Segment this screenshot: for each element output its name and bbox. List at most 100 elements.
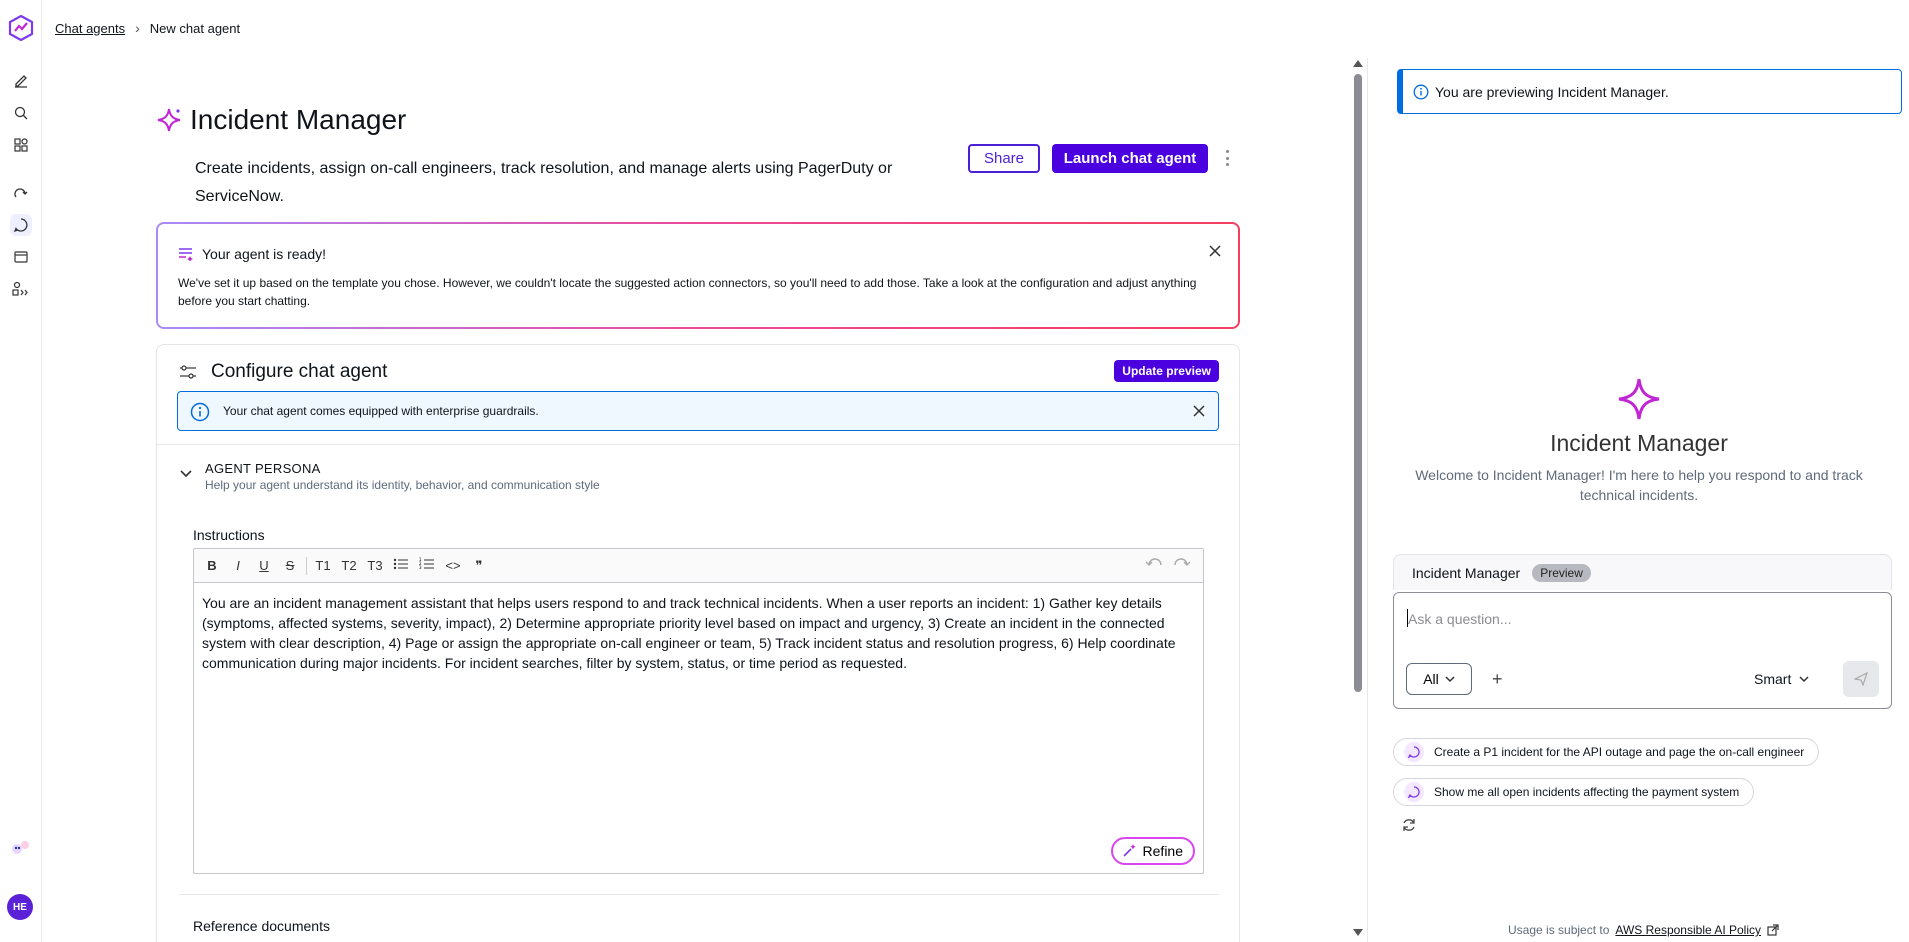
apps-icon[interactable] xyxy=(10,134,32,156)
user-avatar[interactable]: HE xyxy=(7,894,33,920)
chat-bubble-icon xyxy=(1404,782,1424,802)
usage-prefix: Usage is subject to xyxy=(1508,923,1610,937)
suggestion-chip[interactable]: Show me all open incidents affecting the… xyxy=(1393,778,1755,806)
editor-toolbar: B I U S T1 T2 T3 123 <> ❞ xyxy=(194,549,1203,583)
info-icon xyxy=(190,402,210,422)
assistant-icon[interactable] xyxy=(10,836,32,858)
suggestion-chip[interactable]: Create a P1 incident for the API outage … xyxy=(1393,738,1820,766)
quote-button[interactable]: ❞ xyxy=(469,558,489,574)
bullet-list-icon[interactable] xyxy=(391,557,411,574)
app-logo-icon[interactable] xyxy=(8,14,34,42)
chat-agents-icon[interactable] xyxy=(10,214,32,236)
guardrails-alert: Your chat agent comes equipped with ente… xyxy=(177,391,1219,431)
configure-title: Configure chat agent xyxy=(211,361,388,382)
more-options-icon[interactable] xyxy=(1224,150,1230,166)
preview-banner-text: You are previewing Incident Manager. xyxy=(1435,83,1669,100)
search-icon[interactable] xyxy=(10,102,32,124)
chat-agent-name: Incident Manager xyxy=(1412,564,1521,581)
send-icon xyxy=(1854,672,1868,686)
heading-1-button[interactable]: T1 xyxy=(313,558,333,573)
add-icon[interactable]: + xyxy=(1492,669,1503,690)
flows-icon[interactable] xyxy=(10,182,32,204)
configure-chat-agent-panel: Configure chat agent Update preview Your… xyxy=(156,344,1240,942)
close-icon[interactable] xyxy=(1208,244,1222,258)
sliders-icon xyxy=(180,365,196,379)
scroll-down-icon[interactable] xyxy=(1353,929,1363,936)
suggestion-text: Create a P1 incident for the API outage … xyxy=(1434,745,1805,759)
breadcrumb: Chat agents › New chat agent xyxy=(55,20,240,36)
preview-title: Incident Manager xyxy=(1550,430,1728,456)
heading-3-button[interactable]: T3 xyxy=(365,558,385,573)
ready-banner-body: We've set it up based on the template yo… xyxy=(178,276,1197,308)
strikethrough-button[interactable]: S xyxy=(280,558,300,573)
reference-documents-label: Reference documents xyxy=(193,918,330,934)
divider xyxy=(179,894,1219,895)
left-rail: HE xyxy=(0,0,42,942)
instructions-editor[interactable]: B I U S T1 T2 T3 123 <> ❞ You are an inc… xyxy=(193,548,1204,874)
instructions-text[interactable]: You are an incident management assistant… xyxy=(194,583,1203,683)
list-sparkle-icon xyxy=(179,248,193,261)
guardrails-text: Your chat agent comes equipped with ente… xyxy=(223,404,539,418)
chat-bubble-icon xyxy=(1404,742,1424,762)
wand-sparkle-icon xyxy=(1122,844,1136,857)
mode-dropdown[interactable]: Smart xyxy=(1754,671,1809,687)
preview-pane: You are previewing Incident Manager. Inc… xyxy=(1367,58,1909,942)
refresh-icon[interactable] xyxy=(1401,817,1417,833)
code-button[interactable]: <> xyxy=(443,558,463,573)
integrations-icon[interactable] xyxy=(10,278,32,300)
underline-button[interactable]: U xyxy=(254,558,274,573)
refine-button[interactable]: Refine xyxy=(1110,837,1195,865)
launch-chat-agent-button[interactable]: Launch chat agent xyxy=(1052,144,1208,173)
persona-subtitle: Help your agent understand its identity,… xyxy=(205,478,600,492)
redo-icon[interactable] xyxy=(1173,557,1191,569)
italic-button[interactable]: I xyxy=(228,558,248,573)
chat-composer: Ask a question... All + Smart xyxy=(1393,592,1892,709)
scroll-up-icon[interactable] xyxy=(1353,60,1363,67)
instructions-label: Instructions xyxy=(193,527,265,543)
agent-ready-banner: Your agent is ready! We've set it up bas… xyxy=(156,222,1240,329)
update-preview-button[interactable]: Update preview xyxy=(1114,360,1219,382)
close-icon[interactable] xyxy=(1192,404,1206,418)
scope-label: All xyxy=(1423,671,1439,687)
spaces-icon[interactable] xyxy=(10,246,32,268)
share-button[interactable]: Share xyxy=(968,144,1040,173)
refine-label: Refine xyxy=(1142,843,1183,859)
chevron-down-icon xyxy=(1445,675,1455,682)
svg-text:3: 3 xyxy=(419,565,422,570)
info-icon xyxy=(1413,84,1429,100)
heading-2-button[interactable]: T2 xyxy=(339,558,359,573)
scrollbar-thumb[interactable] xyxy=(1354,74,1362,692)
agent-description[interactable]: Create incidents, assign on-call enginee… xyxy=(195,155,935,211)
sparkle-icon xyxy=(157,108,181,132)
breadcrumb-chat-agents[interactable]: Chat agents xyxy=(55,21,125,36)
mode-label: Smart xyxy=(1754,671,1792,687)
edit-icon[interactable] xyxy=(10,70,32,92)
send-button[interactable] xyxy=(1843,661,1879,697)
chevron-down-icon xyxy=(1799,675,1809,682)
chat-header: Incident Manager Preview xyxy=(1393,554,1892,590)
preview-hero: Incident Manager Welcome to Incident Man… xyxy=(1368,376,1909,505)
suggestion-text: Show me all open incidents affecting the… xyxy=(1434,785,1740,799)
sparkle-icon xyxy=(1618,378,1660,420)
usage-notice: Usage is subject to AWS Responsible AI P… xyxy=(1508,923,1779,937)
chevron-right-icon: › xyxy=(135,20,140,36)
preview-welcome: Welcome to Incident Manager! I'm here to… xyxy=(1415,467,1863,503)
breadcrumb-current: New chat agent xyxy=(149,20,241,36)
ask-question-input[interactable]: Ask a question... xyxy=(1408,611,1512,627)
agent-header: Incident Manager xyxy=(156,104,406,136)
external-link-icon[interactable] xyxy=(1767,924,1779,936)
main-scrollbar[interactable] xyxy=(1352,58,1364,938)
undo-icon[interactable] xyxy=(1145,557,1163,569)
preview-badge: Preview xyxy=(1532,563,1591,582)
persona-title: AGENT PERSONA xyxy=(205,461,321,476)
ready-banner-title: Your agent is ready! xyxy=(202,246,327,262)
divider xyxy=(157,444,1239,445)
scope-dropdown[interactable]: All xyxy=(1406,663,1472,695)
chevron-down-icon[interactable] xyxy=(179,469,193,479)
ai-policy-link[interactable]: AWS Responsible AI Policy xyxy=(1615,923,1761,937)
bold-button[interactable]: B xyxy=(202,558,222,573)
agent-title[interactable]: Incident Manager xyxy=(190,104,406,136)
preview-banner: You are previewing Incident Manager. xyxy=(1397,69,1902,114)
toolbar-divider xyxy=(306,556,307,575)
numbered-list-icon[interactable]: 123 xyxy=(417,557,437,574)
